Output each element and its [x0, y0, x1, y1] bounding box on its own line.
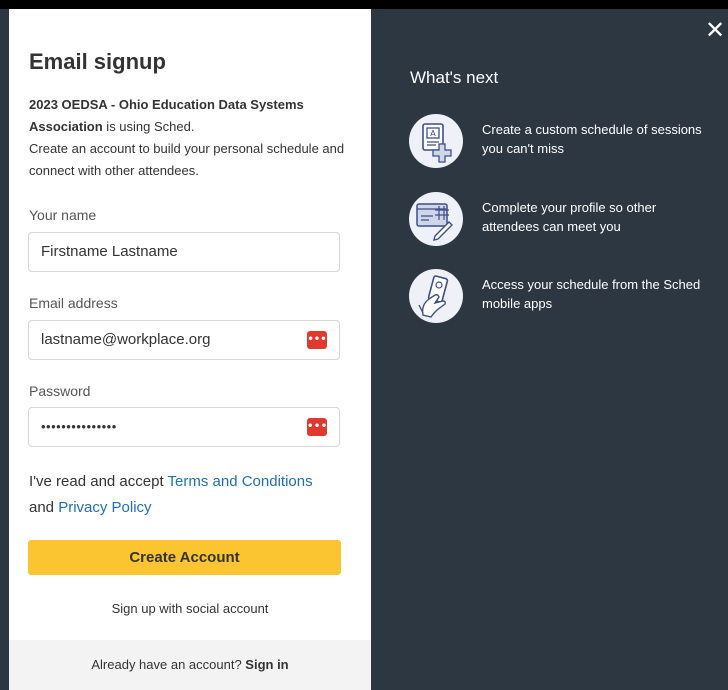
profile-edit-icon — [409, 192, 463, 246]
terms-statement: I've read and accept Terms and Condition… — [29, 469, 359, 521]
terms-link[interactable]: Terms and Conditions — [168, 473, 313, 490]
signup-panel: Email signup 2023 OEDSA - Ohio Education… — [9, 9, 371, 690]
window-frame-top — [0, 0, 728, 9]
mobile-app-icon — [409, 269, 463, 323]
next-item-text: Create a custom schedule of sessions you… — [482, 122, 702, 156]
close-icon[interactable]: ✕ — [704, 18, 726, 42]
whats-next-panel: What's next A Create a custom schedule o… — [371, 9, 728, 690]
email-label: Email address — [29, 295, 118, 311]
svg-text:A: A — [430, 129, 436, 138]
name-field[interactable]: Firstname Lastname — [28, 232, 340, 272]
create-account-button[interactable]: Create Account — [28, 540, 341, 575]
signin-footer: Already have an account? Sign in — [9, 640, 371, 690]
intro-description: Create an account to build your personal… — [29, 141, 345, 178]
social-signup-link[interactable]: Sign up with social account — [9, 601, 371, 616]
whats-next-title: What's next — [410, 68, 499, 87]
email-field[interactable]: lastname@workplace.org ••• — [28, 320, 340, 360]
footer-text: Already have an account? — [91, 657, 246, 672]
next-item-text: Complete your profile so other attendees… — [482, 200, 657, 234]
email-value: lastname@workplace.org — [41, 331, 211, 348]
password-manager-icon[interactable]: ••• — [307, 331, 327, 349]
signin-link[interactable]: Sign in — [245, 657, 288, 672]
name-label: Your name — [29, 207, 97, 223]
page-title: Email signup — [29, 49, 166, 74]
password-value: ••••••••••••••• — [41, 419, 117, 434]
password-field[interactable]: ••••••••••••••• ••• — [28, 407, 340, 447]
signup-intro: 2023 OEDSA - Ohio Education Data Systems… — [29, 94, 349, 182]
next-item-mobile: Access your schedule from the Sched mobi… — [409, 269, 719, 329]
schedule-calendar-icon: A — [409, 114, 463, 168]
next-item-text: Access your schedule from the Sched mobi… — [482, 277, 701, 311]
intro-using-text: is using Sched. — [102, 119, 195, 134]
next-item-schedule: A Create a custom schedule of sessions y… — [409, 114, 719, 174]
password-manager-icon[interactable]: ••• — [307, 418, 327, 436]
privacy-link[interactable]: Privacy Policy — [58, 499, 151, 516]
name-value: Firstname Lastname — [41, 243, 178, 260]
terms-prefix: I've read and accept — [29, 473, 168, 490]
next-item-profile: Complete your profile so other attendees… — [409, 192, 719, 252]
password-label: Password — [29, 383, 91, 399]
terms-and: and — [29, 499, 59, 516]
